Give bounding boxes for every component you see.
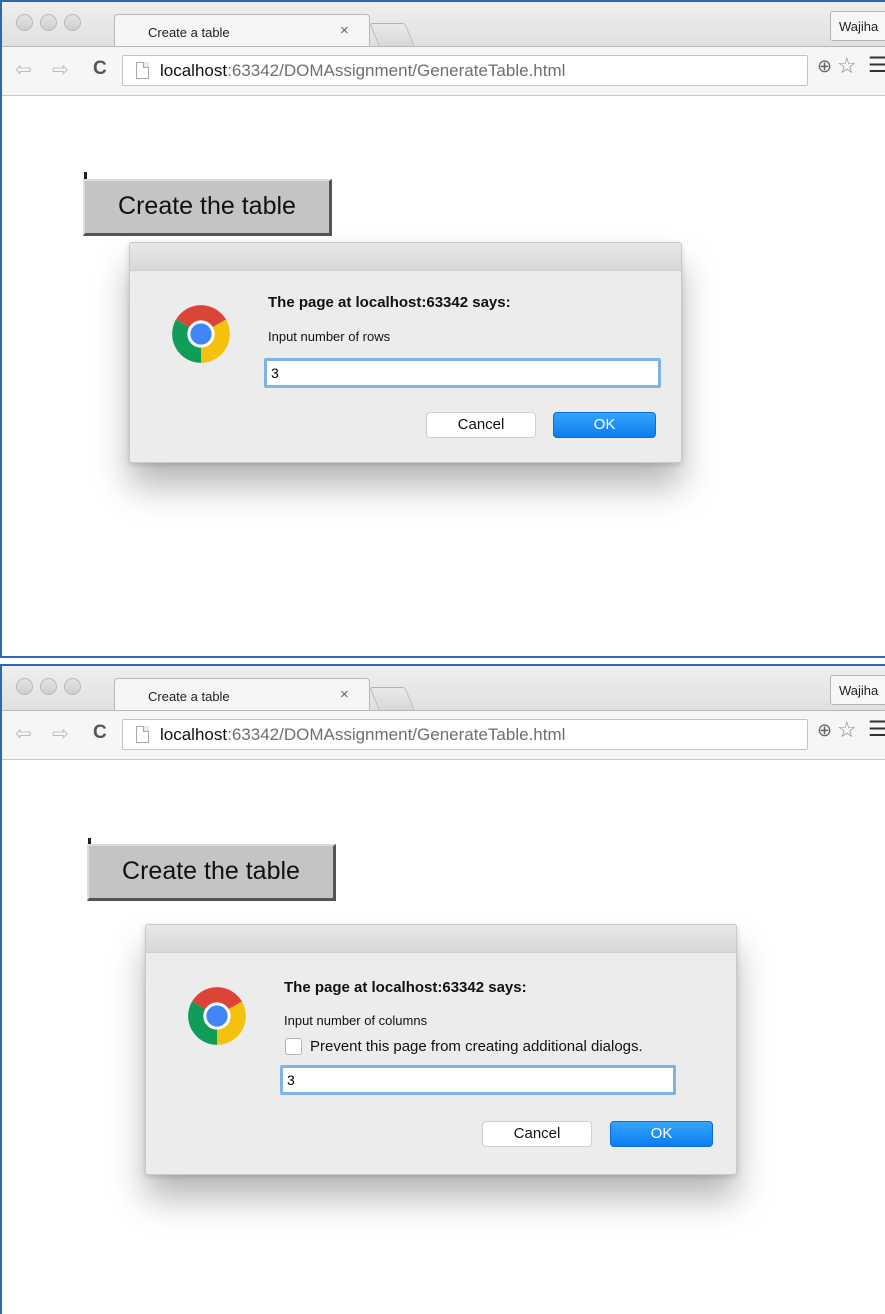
page-icon xyxy=(136,726,149,743)
minimize-window-button[interactable] xyxy=(40,14,57,31)
ok-button[interactable]: OK xyxy=(553,412,656,438)
new-tab-button[interactable] xyxy=(369,687,415,710)
profile-button[interactable]: Wajiha xyxy=(830,11,885,41)
zoom-icon[interactable]: ⊕ xyxy=(817,720,832,741)
forward-arrow-icon[interactable]: ⇨ xyxy=(52,721,69,746)
zoom-window-button[interactable] xyxy=(64,678,81,695)
zoom-window-button[interactable] xyxy=(64,14,81,31)
dialog-titlebar xyxy=(146,925,736,953)
tab-title: Create a table xyxy=(148,25,230,40)
close-window-button[interactable] xyxy=(16,14,33,31)
close-window-button[interactable] xyxy=(16,678,33,695)
address-bar[interactable]: localhost:63342/DOMAssignment/GenerateTa… xyxy=(122,719,808,750)
browser-window-columns: Create a table × Wajiha ⇦ ⇨ C localhost:… xyxy=(0,664,885,1314)
create-table-button[interactable]: Create the table xyxy=(83,179,332,236)
ok-button[interactable]: OK xyxy=(610,1121,713,1147)
profile-button[interactable]: Wajiha xyxy=(830,675,885,705)
back-arrow-icon[interactable]: ⇦ xyxy=(15,721,32,746)
hamburger-menu-icon[interactable]: ☰ xyxy=(868,717,885,742)
create-table-button[interactable]: Create the table xyxy=(87,844,336,901)
page-icon xyxy=(136,62,149,79)
browser-toolbar: ⇦ ⇨ C localhost:63342/DOMAssignment/Gene… xyxy=(2,46,885,96)
url-text: localhost:63342/DOMAssignment/GenerateTa… xyxy=(160,725,566,744)
tab-title: Create a table xyxy=(148,689,230,704)
prevent-dialogs-checkbox[interactable] xyxy=(285,1038,302,1055)
prompt-dialog-columns: The page at localhost:63342 says: Input … xyxy=(145,924,737,1175)
rows-input[interactable]: 3 xyxy=(264,358,661,388)
dialog-heading: The page at localhost:63342 says: xyxy=(284,979,527,996)
url-text: localhost:63342/DOMAssignment/GenerateTa… xyxy=(160,61,566,80)
tab-strip: Create a table × Wajiha xyxy=(2,666,885,711)
cancel-button[interactable]: Cancel xyxy=(482,1121,592,1147)
dialog-message: Input number of rows xyxy=(268,329,391,344)
minimize-window-button[interactable] xyxy=(40,678,57,695)
browser-toolbar: ⇦ ⇨ C localhost:63342/DOMAssignment/Gene… xyxy=(2,710,885,760)
dialog-heading: The page at localhost:63342 says: xyxy=(268,294,511,311)
reload-icon[interactable]: C xyxy=(93,722,107,744)
dialog-titlebar xyxy=(130,243,681,271)
bookmark-star-icon[interactable]: ☆ xyxy=(837,717,857,743)
cancel-button[interactable]: Cancel xyxy=(426,412,536,438)
chrome-logo-icon xyxy=(188,987,246,1045)
tab-create-a-table[interactable]: Create a table × xyxy=(114,678,370,711)
back-arrow-icon[interactable]: ⇦ xyxy=(15,57,32,82)
zoom-icon[interactable]: ⊕ xyxy=(817,56,832,77)
forward-arrow-icon[interactable]: ⇨ xyxy=(52,57,69,82)
address-bar[interactable]: localhost:63342/DOMAssignment/GenerateTa… xyxy=(122,55,808,86)
bookmark-star-icon[interactable]: ☆ xyxy=(837,53,857,79)
reload-icon[interactable]: C xyxy=(93,58,107,80)
prevent-dialogs-label: Prevent this page from creating addition… xyxy=(310,1038,643,1055)
prompt-dialog-rows: The page at localhost:63342 says: Input … xyxy=(129,242,682,463)
tab-close-icon[interactable]: × xyxy=(340,22,349,39)
tab-close-icon[interactable]: × xyxy=(340,686,349,703)
new-tab-button[interactable] xyxy=(369,23,415,46)
columns-input[interactable]: 3 xyxy=(280,1065,676,1095)
chrome-logo-icon xyxy=(172,305,230,363)
text-caret xyxy=(84,172,87,179)
browser-window-rows: Create a table × Wajiha ⇦ ⇨ C localhost:… xyxy=(0,0,885,658)
hamburger-menu-icon[interactable]: ☰ xyxy=(868,53,885,78)
tab-strip: Create a table × Wajiha xyxy=(2,2,885,47)
tab-create-a-table[interactable]: Create a table × xyxy=(114,14,370,47)
dialog-message: Input number of columns xyxy=(284,1013,428,1028)
